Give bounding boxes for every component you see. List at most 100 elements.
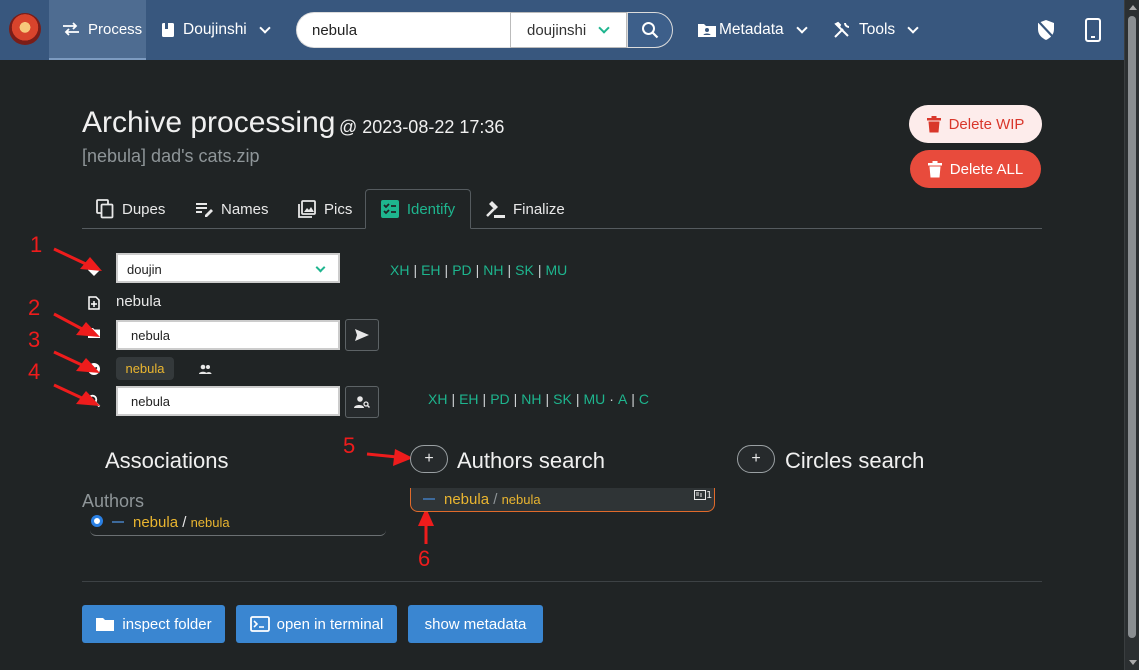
- annotation-arrow-icon: [418, 508, 434, 544]
- result-count: 1: [705, 490, 712, 501]
- scrollbar-thumb[interactable]: [1128, 16, 1136, 638]
- trash-icon: [926, 115, 941, 132]
- page-title: Archive processing: [82, 106, 336, 139]
- delete-all-button[interactable]: Delete ALL: [910, 150, 1041, 188]
- top-navbar: Process Doujinshi doujinshi Metadata Too…: [0, 0, 1124, 60]
- link-pd[interactable]: PD: [490, 391, 509, 407]
- add-circle-button[interactable]: +: [737, 445, 775, 473]
- tab-pics-label: Pics: [324, 200, 353, 218]
- annotation-number: 5: [343, 433, 356, 458]
- link-eh[interactable]: EH: [459, 391, 478, 407]
- archive-filename: [nebula] dad's cats.zip: [82, 146, 260, 166]
- link-nh[interactable]: NH: [483, 262, 503, 278]
- tools-icon: [834, 21, 850, 38]
- association-slash: /: [182, 514, 187, 531]
- association-radio[interactable]: [91, 515, 103, 527]
- link-eh[interactable]: EH: [421, 262, 440, 278]
- scroll-up-arrow-icon[interactable]: [1129, 5, 1137, 10]
- association-entry[interactable]: nebula / nebula: [90, 511, 386, 536]
- tab-finalize[interactable]: Finalize: [485, 189, 565, 229]
- shield-off-icon[interactable]: [1036, 19, 1056, 41]
- author-tag-chip[interactable]: nebula: [116, 357, 174, 380]
- tab-names[interactable]: Names: [195, 189, 269, 229]
- group-icon[interactable]: [198, 363, 212, 375]
- link-nh[interactable]: NH: [521, 391, 541, 407]
- annotation-number: 6: [418, 546, 431, 571]
- authors-label: Authors: [82, 491, 145, 511]
- tab-pics[interactable]: Pics: [298, 189, 352, 229]
- annotation-arrow-icon: [53, 247, 102, 271]
- add-author-button[interactable]: +: [410, 445, 448, 473]
- folder-icon: [96, 618, 115, 631]
- bottom-divider: [82, 581, 1042, 582]
- tab-names-label: Names: [221, 200, 269, 218]
- link-mu[interactable]: MU: [583, 391, 605, 407]
- delete-wip-label: Delete WIP: [948, 115, 1025, 133]
- send-folder-button[interactable]: [345, 319, 379, 351]
- link-mu[interactable]: MU: [545, 262, 567, 278]
- authors-search-title: Authors search: [457, 448, 605, 473]
- associations-title: Associations: [105, 448, 229, 473]
- chevron-down-icon: [259, 22, 271, 34]
- link-pd[interactable]: PD: [452, 262, 471, 278]
- annotation-arrow-icon: [366, 449, 413, 466]
- mobile-device-icon[interactable]: [1084, 18, 1102, 42]
- nav-doujinshi-dropdown[interactable]: Doujinshi: [161, 0, 271, 60]
- search-category-value: doujinshi: [527, 21, 587, 39]
- link-sk[interactable]: SK: [553, 391, 572, 407]
- annotation-number: 3: [28, 327, 41, 352]
- swap-arrows-icon: [63, 22, 79, 36]
- search-button[interactable]: [627, 12, 673, 48]
- nav-metadata-dropdown[interactable]: Metadata: [697, 0, 808, 60]
- annotation-number: 2: [28, 295, 41, 320]
- folder-input[interactable]: [116, 320, 340, 350]
- show-metadata-button[interactable]: show metadata: [408, 605, 543, 643]
- association-name: nebula: [133, 514, 179, 531]
- tab-dupes[interactable]: Dupes: [96, 189, 165, 229]
- folder-person-icon: [698, 24, 716, 37]
- edit-list-icon: [196, 203, 213, 217]
- show-metadata-label: show metadata: [424, 615, 527, 633]
- nav-process[interactable]: Process: [49, 0, 146, 60]
- nav-process-label: Process: [88, 20, 143, 38]
- file-add-icon: [88, 296, 100, 310]
- nav-tools-dropdown[interactable]: Tools: [833, 0, 919, 60]
- result-count-badge: 1: [693, 490, 712, 501]
- result-name: nebula: [444, 491, 490, 508]
- author-search-result[interactable]: nebula / nebula 1: [410, 488, 715, 512]
- send-icon: [355, 329, 369, 341]
- search-input[interactable]: [296, 12, 510, 48]
- annotation-number: 1: [30, 232, 43, 257]
- person-search-icon: [354, 396, 370, 409]
- search-icon: [642, 22, 659, 39]
- delete-wip-button[interactable]: Delete WIP: [909, 105, 1042, 143]
- tab-finalize-label: Finalize: [513, 200, 565, 218]
- annotation-arrow-icon: [53, 312, 100, 337]
- annotation-number: 4: [28, 359, 41, 384]
- link-c[interactable]: C: [639, 391, 649, 407]
- nav-search: doujinshi: [296, 12, 673, 48]
- link-a[interactable]: A: [618, 391, 627, 407]
- nav-metadata-label: Metadata: [719, 21, 784, 38]
- scroll-down-arrow-icon[interactable]: [1129, 660, 1137, 665]
- dash-icon: [423, 498, 435, 500]
- site-links-row2: XH | EH | PD | NH | SK | MU · A | C: [428, 391, 650, 407]
- link-sk[interactable]: SK: [515, 262, 534, 278]
- search-category-select[interactable]: doujinshi: [510, 12, 627, 48]
- vertical-scrollbar[interactable]: [1124, 0, 1139, 670]
- trash-icon: [927, 160, 942, 177]
- images-icon: [298, 200, 316, 218]
- category-select[interactable]: doujin: [116, 253, 340, 283]
- result-slash: /: [493, 491, 498, 508]
- inspect-folder-button[interactable]: inspect folder: [82, 605, 225, 643]
- app-logo-icon[interactable]: [9, 13, 41, 45]
- tab-identify[interactable]: Identify: [365, 189, 471, 229]
- nav-doujinshi-label: Doujinshi: [183, 21, 247, 38]
- link-xh[interactable]: XH: [390, 262, 409, 278]
- filename-text: nebula: [116, 293, 162, 310]
- person-search-button[interactable]: [345, 386, 379, 418]
- link-xh[interactable]: XH: [428, 391, 447, 407]
- open-terminal-button[interactable]: open in terminal: [236, 605, 397, 643]
- author-search-input[interactable]: [116, 386, 340, 416]
- annotation-arrow-icon: [53, 350, 100, 373]
